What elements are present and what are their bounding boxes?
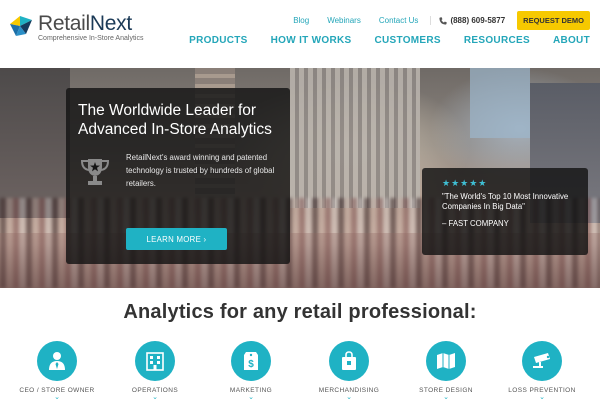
role-item-ceo[interactable]: CEO / STORE OWNER ⌄ xyxy=(7,341,107,401)
svg-text:$: $ xyxy=(248,359,254,370)
request-demo-button[interactable]: REQUEST DEMO xyxy=(517,11,590,30)
role-icon-circle xyxy=(37,341,77,381)
chevron-down-icon: ⌄ xyxy=(346,394,352,401)
role-item-merchandising[interactable]: MERCHANDISING ⌄ xyxy=(299,341,399,401)
logo-mark-icon xyxy=(10,16,32,36)
chevron-down-icon: ⌄ xyxy=(443,394,449,401)
dollar-tag-icon: $ xyxy=(244,352,258,370)
logo-name-prefix: Retail xyxy=(38,12,90,35)
shopping-bag-icon xyxy=(342,351,356,370)
role-label: LOSS PREVENTION xyxy=(508,387,576,394)
nav-item-how-it-works[interactable]: HOW IT WORKS xyxy=(271,35,352,46)
chevron-down-icon: ⌄ xyxy=(54,394,60,401)
role-label: MERCHANDISING xyxy=(318,387,380,394)
analytics-heading: Analytics for any retail professional: xyxy=(123,301,477,323)
camera-icon xyxy=(533,353,550,368)
main-nav: PRODUCTS HOW IT WORKS CUSTOMERS RESOURCE… xyxy=(166,35,590,46)
role-icon-circle xyxy=(426,341,466,381)
learn-more-button[interactable]: LEARN MORE › xyxy=(126,228,227,250)
role-icon-circle: $ xyxy=(231,341,271,381)
blog-link[interactable]: Blog xyxy=(293,16,309,25)
role-label: MARKETING xyxy=(229,387,273,394)
utility-nav: Blog Webinars Contact Us (888) 609-5877 … xyxy=(275,11,590,30)
logo[interactable]: RetailNext Comprehensive In-Store Analyt… xyxy=(10,12,144,42)
testimonial-card: ★★★★★ "The World's Top 10 Most Innovativ… xyxy=(422,168,588,255)
role-item-marketing[interactable]: $ MARKETING ⌄ xyxy=(201,341,301,401)
role-label: OPERATIONS xyxy=(131,387,179,394)
hero-background-building xyxy=(290,68,420,208)
chevron-down-icon: ⌄ xyxy=(152,394,158,401)
nav-item-products[interactable]: PRODUCTS xyxy=(189,35,248,46)
role-icon-circle xyxy=(522,341,562,381)
hero-description: RetailNext's award winning and patented … xyxy=(126,153,275,188)
chevron-down-icon: ⌄ xyxy=(248,394,254,401)
logo-tagline: Comprehensive In-Store Analytics xyxy=(38,35,144,42)
role-item-store-design[interactable]: STORE DESIGN ⌄ xyxy=(396,341,496,401)
site-header: RetailNext Comprehensive In-Store Analyt… xyxy=(0,0,600,68)
webinars-link[interactable]: Webinars xyxy=(327,16,361,25)
testimonial-quote: "The World's Top 10 Most Innovative Comp… xyxy=(442,192,569,211)
role-item-operations[interactable]: OPERATIONS ⌄ xyxy=(105,341,205,401)
nav-item-resources[interactable]: RESOURCES xyxy=(464,35,530,46)
hero-background-building xyxy=(470,68,530,138)
testimonial-source: – FAST COMPANY xyxy=(442,219,509,228)
hero-callout: The Worldwide Leader for Advanced In-Sto… xyxy=(66,88,290,264)
map-icon xyxy=(437,353,455,369)
hero-title: The Worldwide Leader for Advanced In-Sto… xyxy=(78,102,272,138)
nav-item-about[interactable]: ABOUT xyxy=(553,35,590,46)
person-icon xyxy=(49,352,65,370)
trophy-icon xyxy=(80,159,110,185)
hero-banner: The Worldwide Leader for Advanced In-Sto… xyxy=(0,68,600,288)
hero-background-building xyxy=(0,68,70,218)
phone-icon xyxy=(439,16,448,25)
contact-us-link[interactable]: Contact Us xyxy=(379,16,419,25)
logo-name-suffix: Next xyxy=(89,12,132,35)
role-icon-circle xyxy=(135,341,175,381)
building-icon xyxy=(146,352,164,371)
rating-stars: ★★★★★ xyxy=(442,178,488,188)
phone-number-text: (888) 609-5877 xyxy=(450,16,506,25)
role-item-loss-prevention[interactable]: LOSS PREVENTION ⌄ xyxy=(492,341,592,401)
nav-item-customers[interactable]: CUSTOMERS xyxy=(374,35,440,46)
chevron-down-icon: ⌄ xyxy=(539,394,545,401)
role-label: CEO / STORE OWNER xyxy=(19,387,95,394)
role-icon-circle xyxy=(329,341,369,381)
phone-number[interactable]: (888) 609-5877 xyxy=(430,16,505,25)
role-label: STORE DESIGN xyxy=(419,387,473,394)
